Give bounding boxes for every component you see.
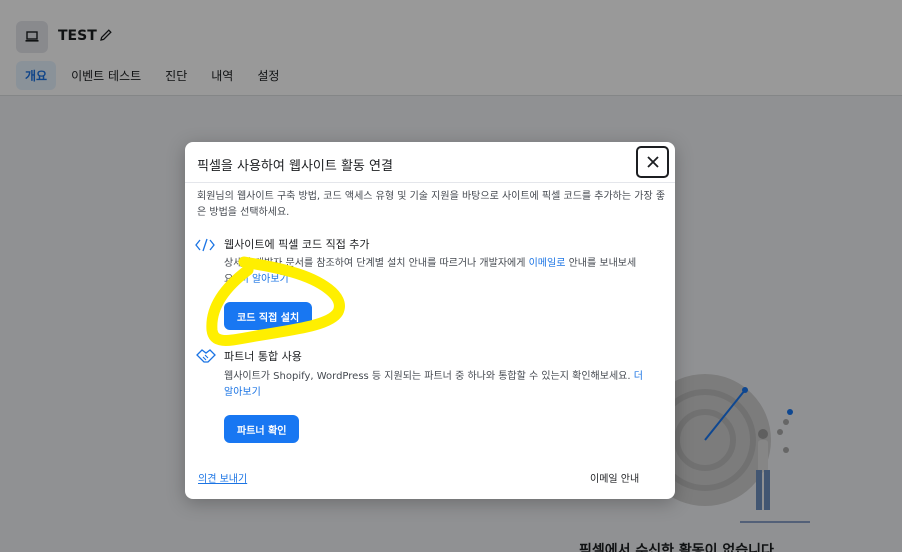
partner-integration-title: 파트너 통합 사용: [224, 350, 302, 363]
install-code-manually-button[interactable]: 코드 직접 설치: [224, 302, 313, 330]
close-button[interactable]: [636, 146, 669, 178]
email-instructions-button[interactable]: 이메일 안내: [590, 470, 639, 485]
partner-integration-description: 웹사이트가 Shopify, WordPress 등 지원되는 파트너 중 하나…: [224, 369, 644, 401]
code-icon: [195, 237, 215, 256]
dialog-divider: [185, 182, 675, 183]
handshake-icon: [195, 347, 217, 369]
check-partners-button[interactable]: 파트너 확인: [224, 415, 300, 443]
connect-pixel-dialog: 픽셀을 사용하여 웹사이트 활동 연결 회원님의 웹사이트 구축 방법, 코드 …: [185, 142, 675, 499]
dialog-description: 회원님의 웹사이트 구축 방법, 코드 액세스 유형 및 기술 지원을 바탕으로…: [197, 191, 666, 218]
manual-install-text: 상세한 개발자 문서를 참조하여 단계별 설치 안내를 따르거나 개발자에게: [224, 258, 529, 269]
partner-integration-text: 웹사이트가 Shopify, WordPress 등 지원되는 파트너 중 하나…: [224, 371, 634, 382]
learn-more-link-manual[interactable]: 더 알아보기: [240, 274, 289, 285]
send-feedback-link[interactable]: 의견 보내기: [198, 470, 247, 485]
email-link[interactable]: 이메일로: [529, 258, 566, 269]
manual-install-description: 상세한 개발자 문서를 참조하여 단계별 설치 안내를 따르거나 개발자에게 이…: [224, 256, 644, 288]
manual-install-title: 웹사이트에 픽셀 코드 직접 추가: [224, 238, 370, 251]
close-icon: [646, 156, 659, 168]
dialog-title: 픽셀을 사용하여 웹사이트 활동 연결: [197, 159, 393, 174]
